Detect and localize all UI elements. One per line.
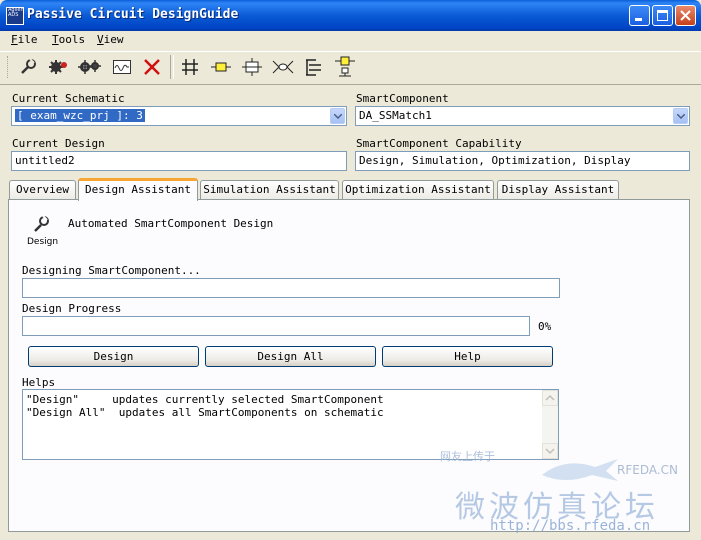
tab-overview[interactable]: Overview: [9, 180, 76, 199]
arrow-up-icon: [545, 394, 555, 401]
capability-value: Design, Simulation, Optimization, Displa…: [359, 154, 631, 167]
tb-gears-button[interactable]: [78, 55, 102, 79]
tb-resistor-button[interactable]: [209, 55, 233, 79]
coupler-icon: [272, 60, 294, 74]
menu-file-key: F: [11, 33, 18, 46]
transmission-line-icon: [242, 58, 262, 76]
designing-field: [22, 278, 560, 298]
tab-display-assistant-label: Display Assistant: [501, 183, 615, 196]
tb-design-button[interactable]: [16, 55, 40, 79]
menu-view-rest: iew: [103, 33, 124, 46]
tab-design-assistant[interactable]: Design Assistant: [78, 178, 198, 201]
smartcomponent-dropdown-button[interactable]: [673, 108, 688, 124]
tb-grid-button[interactable]: [178, 55, 202, 79]
tb-component-button[interactable]: [333, 55, 357, 79]
tb-coupler-button[interactable]: [271, 55, 295, 79]
close-icon: [680, 10, 691, 21]
tb-tree-button[interactable]: [302, 55, 326, 79]
close-button[interactable]: [675, 5, 696, 26]
tb-design-all-button[interactable]: [47, 55, 71, 79]
watermark-url: http://bbs.rfeda.cn: [490, 518, 651, 534]
tab-simulation-assistant-label: Simulation Assistant: [203, 183, 336, 196]
design-button[interactable]: Design: [28, 346, 199, 367]
smartcomponent-value: DA_SSMatch1: [359, 109, 432, 122]
panel-design-button[interactable]: [30, 213, 52, 238]
maximize-button[interactable]: [652, 5, 673, 26]
capability-field[interactable]: Design, Simulation, Optimization, Displa…: [355, 151, 690, 171]
tab-optimization-assistant-label: Optimization Assistant: [345, 183, 491, 196]
progress-label: Design Progress: [22, 302, 122, 315]
tab-optimization-assistant[interactable]: Optimization Assistant: [342, 180, 494, 199]
current-schematic-combo[interactable]: [ exam_wzc_prj ]: 3: [11, 106, 347, 126]
menu-view[interactable]: View: [97, 33, 124, 46]
current-design-field[interactable]: untitled2: [11, 151, 347, 171]
delete-x-icon: [144, 59, 160, 75]
tree-icon: [306, 59, 321, 76]
fish-logo-icon: [542, 459, 618, 481]
current-design-label: Current Design: [12, 137, 105, 150]
minimize-icon: [635, 18, 642, 21]
help-line: "Design All" updates all SmartComponents…: [26, 406, 384, 419]
current-schematic-dropdown-button[interactable]: [330, 108, 345, 124]
smartcomponent-combo[interactable]: DA_SSMatch1: [355, 106, 690, 126]
menu-file[interactable]: File: [11, 33, 38, 46]
tab-display-assistant[interactable]: Display Assistant: [497, 180, 619, 199]
chevron-down-icon: [334, 114, 342, 119]
component-icon: [335, 56, 355, 77]
help-button-label: Help: [454, 350, 481, 363]
menu-file-rest: ile: [17, 33, 38, 46]
app-icon-text: Agilent ADS: [8, 7, 24, 18]
maximize-icon: [657, 10, 668, 21]
grid-lines-icon: [182, 59, 198, 75]
tab-overview-label: Overview: [16, 183, 69, 196]
app-icon[interactable]: Agilent ADS: [6, 7, 24, 25]
watermark-small: 网友上传于: [440, 450, 495, 463]
tb-delete-button[interactable]: [140, 55, 164, 79]
waveform-icon: [113, 60, 131, 74]
progress-text: 0%: [538, 320, 552, 333]
current-design-value: untitled2: [15, 154, 75, 167]
tb-line-button[interactable]: [240, 55, 264, 79]
chevron-down-icon: [677, 114, 685, 119]
watermark-site: RFEDA.CN: [617, 463, 679, 477]
minimize-button[interactable]: [629, 5, 650, 26]
toolbar-grip[interactable]: [7, 56, 11, 78]
menu-tools[interactable]: Tools: [52, 33, 85, 46]
design-wrench-icon: [21, 58, 36, 74]
menu-tools-rest: ools: [58, 33, 86, 46]
toolbar-separator: [170, 55, 174, 79]
smartcomponent-label: SmartComponent: [356, 92, 449, 105]
current-schematic-label: Current Schematic: [12, 92, 125, 105]
design-icon-caption: Design: [27, 237, 59, 247]
window-title: Passive Circuit DesignGuide: [27, 7, 239, 22]
helps-label: Helps: [22, 376, 56, 389]
progress-bar: [22, 316, 530, 336]
tab-simulation-assistant[interactable]: Simulation Assistant: [200, 180, 339, 199]
design-wrench-icon: [34, 215, 49, 232]
helps-scrollbar[interactable]: [542, 390, 558, 459]
design-button-label: Design: [93, 350, 134, 363]
menu-tools-key: T: [52, 33, 59, 46]
gear-red-icon: [49, 60, 67, 74]
help-button[interactable]: Help: [382, 346, 553, 367]
panel-heading: Automated SmartComponent Design: [68, 217, 274, 230]
capability-label: SmartComponent Capability: [356, 137, 522, 150]
design-all-button[interactable]: Design All: [205, 346, 376, 367]
resistor-icon: [211, 62, 231, 72]
gears-icon: [78, 60, 101, 74]
tb-display-button[interactable]: [110, 55, 134, 79]
designing-label: Designing SmartComponent...: [22, 264, 201, 277]
current-schematic-value: [ exam_wzc_prj ]: 3: [15, 109, 145, 122]
tab-design-assistant-label: Design Assistant: [85, 183, 191, 196]
design-all-button-label: Design All: [257, 350, 324, 363]
scroll-up-button[interactable]: [542, 390, 558, 406]
menu-view-key: V: [97, 33, 104, 46]
help-line: "Design" updates currently selected Smar…: [26, 393, 384, 406]
